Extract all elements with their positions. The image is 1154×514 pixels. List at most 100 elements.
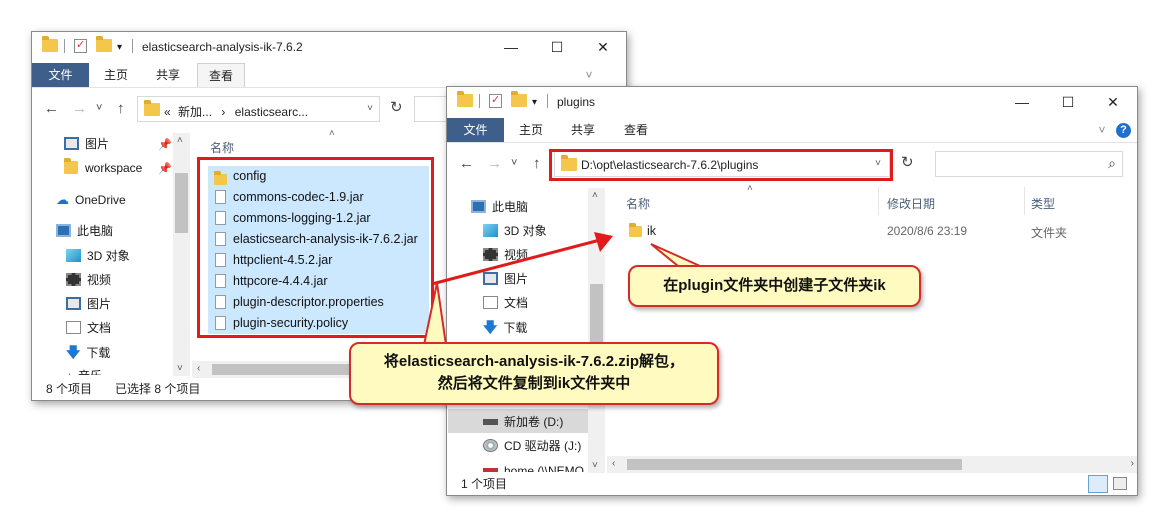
minimize-button[interactable]: —	[488, 32, 534, 63]
column-divider[interactable]	[878, 187, 879, 215]
sort-ascending-icon: ˄	[329, 128, 335, 139]
nav-3d-objects[interactable]: 3D 对象	[483, 220, 547, 242]
close-button[interactable]: ✕	[1090, 87, 1136, 118]
column-header-modified[interactable]: 修改日期	[887, 195, 935, 212]
nav-music[interactable]: ♪音乐	[66, 365, 102, 375]
properties-icon[interactable]	[489, 93, 502, 110]
scroll-down-arrow[interactable]: ˅	[177, 363, 183, 374]
maximize-button[interactable]: ☐	[534, 32, 580, 63]
separator	[479, 94, 480, 110]
nav-pane-scrollbar[interactable]: ˄ ˅	[588, 188, 605, 473]
expand-ribbon-icon[interactable]: ˅	[1095, 118, 1109, 142]
nav-onedrive[interactable]: ☁ OneDrive	[56, 189, 126, 211]
address-bar[interactable]: « 新加... › elasticsearc... ˅	[137, 96, 380, 122]
scroll-left-arrow[interactable]: ‹	[612, 458, 615, 469]
customize-toolbar-icon[interactable]: ▾	[117, 42, 122, 58]
column-header-name[interactable]: 名称	[626, 195, 650, 212]
help-icon[interactable]: ?	[1116, 123, 1131, 138]
details-view-icon[interactable]	[1088, 475, 1108, 493]
pin-icon[interactable]: 📌	[158, 162, 172, 175]
refresh-button[interactable]: ↻	[390, 98, 403, 116]
tab-view[interactable]: 查看	[612, 118, 660, 142]
expand-ribbon-icon[interactable]: ˅	[580, 63, 598, 87]
tab-share[interactable]: 共享	[559, 118, 607, 142]
scroll-left-arrow[interactable]: ‹	[197, 363, 200, 374]
up-button[interactable]: ↑	[533, 155, 541, 172]
back-button[interactable]: ←	[459, 155, 474, 172]
search-input[interactable]: ⌕	[935, 151, 1123, 177]
content-horizontal-scrollbar[interactable]: ‹ ›	[607, 456, 1137, 473]
tab-home[interactable]: 主页	[92, 63, 140, 87]
refresh-button[interactable]: ↻	[901, 153, 914, 171]
scrollbar-thumb[interactable]	[175, 173, 188, 233]
document-icon	[66, 321, 81, 334]
pictures-icon	[66, 297, 81, 310]
scroll-up-arrow[interactable]: ˄	[592, 190, 598, 201]
column-header-type[interactable]: 类型	[1031, 195, 1055, 212]
nav-pictures[interactable]: 图片	[483, 268, 528, 290]
status-item-count: 1 个项目	[461, 477, 508, 491]
tab-home[interactable]: 主页	[507, 118, 555, 142]
large-icons-view-icon[interactable]	[1113, 477, 1127, 490]
breadcrumb-drive[interactable]: 新加...	[178, 105, 212, 119]
breadcrumb-overflow[interactable]: «	[164, 105, 171, 119]
network-drive-icon	[483, 468, 498, 472]
close-button[interactable]: ✕	[580, 32, 626, 63]
tab-file[interactable]: 文件	[447, 118, 504, 142]
address-dropdown-icon[interactable]: ˅	[367, 103, 373, 114]
callout-text-line1: 将elasticsearch-analysis-ik-7.6.2.zip解包，	[383, 353, 685, 370]
scrollbar-thumb[interactable]	[590, 284, 603, 344]
nav-documents[interactable]: 文档	[66, 317, 111, 339]
maximize-button[interactable]: ☐	[1045, 87, 1091, 118]
scroll-up-arrow[interactable]: ˄	[177, 135, 183, 146]
nav-pane-scrollbar[interactable]: ˄ ˅	[173, 133, 190, 376]
nav-downloads[interactable]: 🡇 下载	[66, 341, 110, 363]
nav-pictures[interactable]: 图片	[66, 293, 111, 315]
quick-access-workspace[interactable]: workspace	[64, 157, 142, 179]
folder-icon	[457, 91, 473, 110]
file-name: ik	[647, 224, 657, 238]
search-icon[interactable]: ⌕	[1108, 155, 1116, 172]
new-folder-icon[interactable]	[511, 91, 527, 110]
separator	[64, 39, 65, 55]
column-divider[interactable]	[1024, 187, 1025, 215]
recent-locations-button[interactable]: ˅	[511, 157, 517, 169]
properties-icon[interactable]	[74, 38, 87, 55]
table-row[interactable]: ik 2020/8/6 23:19 文件夹	[619, 221, 1119, 243]
tab-view[interactable]: 查看	[197, 63, 245, 87]
column-header-name[interactable]: 名称	[210, 139, 234, 156]
nav-cd-drive[interactable]: CD 驱动器 (J:)	[483, 435, 581, 457]
scrollbar-thumb[interactable]	[627, 459, 962, 470]
scroll-down-arrow[interactable]: ˅	[592, 460, 598, 471]
ribbon-tabs: 文件 主页 共享 查看 ˅ ?	[447, 118, 1137, 142]
tab-share[interactable]: 共享	[144, 63, 192, 87]
nav-this-pc[interactable]: 此电脑	[56, 220, 113, 242]
pin-icon[interactable]: 📌	[158, 138, 172, 151]
recent-locations-button[interactable]: ˅	[96, 102, 102, 114]
nav-videos[interactable]: 视频	[66, 269, 111, 291]
breadcrumb: « 新加... › elasticsearc...	[164, 103, 308, 120]
back-button[interactable]: ←	[44, 100, 59, 117]
new-folder-icon[interactable]	[96, 36, 112, 55]
document-icon	[483, 296, 498, 309]
minimize-button[interactable]: —	[999, 87, 1045, 118]
forward-button[interactable]: →	[487, 155, 502, 172]
nav-documents[interactable]: 文档	[483, 292, 528, 314]
nav-3d-objects[interactable]: 3D 对象	[66, 245, 130, 267]
tab-file[interactable]: 文件	[32, 63, 89, 87]
music-icon: ♪	[66, 365, 72, 375]
scroll-right-arrow[interactable]: ›	[1131, 458, 1134, 469]
nav-network-home[interactable]: home (\\NEMO	[483, 460, 584, 472]
nav-downloads[interactable]: 🡇 下载	[483, 316, 527, 338]
cd-drive-icon	[483, 439, 498, 452]
nav-drive-d[interactable]: 新加卷 (D:)	[483, 411, 563, 433]
nav-videos[interactable]: 视频	[483, 244, 528, 266]
breadcrumb-folder[interactable]: elasticsearc...	[235, 105, 308, 119]
up-button[interactable]: ↑	[117, 100, 125, 117]
callout-create-ik-folder: 在plugin文件夹中创建子文件夹ik	[628, 265, 921, 307]
nav-this-pc[interactable]: 此电脑	[471, 196, 528, 218]
quick-access-pictures[interactable]: 图片	[64, 133, 109, 155]
customize-toolbar-icon[interactable]: ▾	[532, 97, 537, 113]
breadcrumb-separator[interactable]: ›	[221, 105, 225, 119]
forward-button[interactable]: →	[72, 100, 87, 117]
